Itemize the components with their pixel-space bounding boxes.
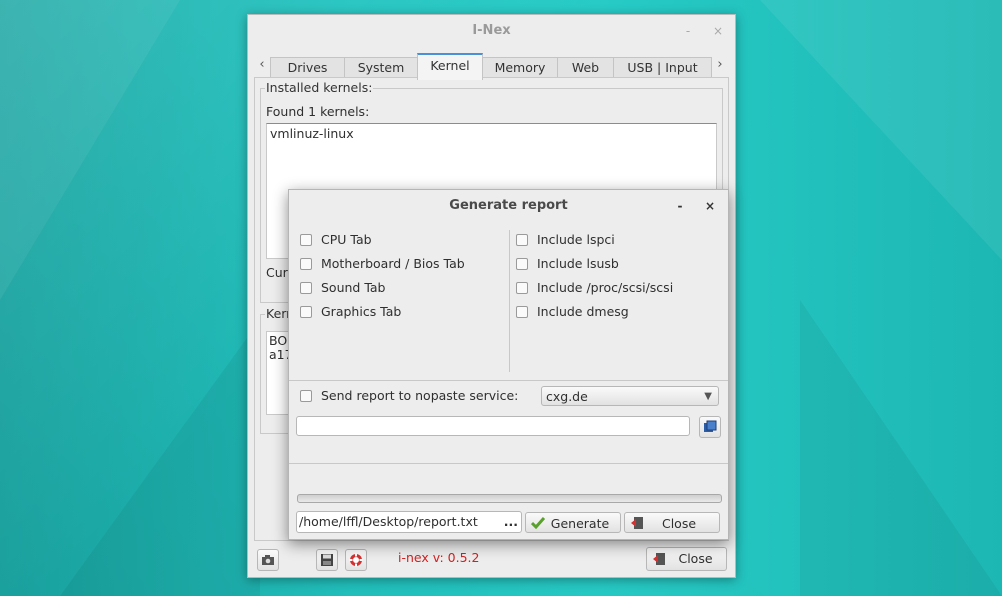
option-graphics-tab[interactable]: Graphics Tab bbox=[300, 303, 401, 321]
floppy-icon bbox=[321, 554, 333, 566]
checkbox[interactable] bbox=[516, 282, 528, 294]
option-dmesg[interactable]: Include dmesg bbox=[516, 303, 629, 321]
main-titlebar[interactable]: I-Nex bbox=[248, 15, 735, 49]
tab-scroll-right-icon[interactable]: › bbox=[714, 57, 726, 72]
tab-bar: ‹ Drives System Kernel Memory Web USB | … bbox=[256, 53, 727, 80]
option-motherboard-tab[interactable]: Motherboard / Bios Tab bbox=[300, 255, 465, 273]
screenshot-button[interactable] bbox=[257, 549, 279, 571]
help-button[interactable] bbox=[345, 549, 367, 571]
option-cpu-tab[interactable]: CPU Tab bbox=[300, 231, 372, 249]
checkbox[interactable] bbox=[516, 234, 528, 246]
output-path-value: /home/lffl/Desktop/report.txt bbox=[299, 514, 478, 529]
nopaste-url-field[interactable] bbox=[296, 416, 690, 436]
option-label: Include dmesg bbox=[537, 304, 629, 319]
found-kernels-text: Found 1 kernels: bbox=[266, 104, 370, 119]
divider bbox=[289, 380, 728, 381]
main-statusbar: i-nex v: 0.5.2 Close bbox=[248, 541, 735, 577]
checkbox[interactable] bbox=[300, 282, 312, 294]
tab-drives[interactable]: Drives bbox=[270, 57, 345, 78]
chevron-down-icon: ▼ bbox=[704, 391, 712, 402]
tab-scroll-left-icon[interactable]: ‹ bbox=[256, 57, 268, 72]
progress-bar bbox=[297, 494, 722, 503]
nopaste-service-value: cxg.de bbox=[546, 389, 588, 404]
browse-button[interactable]: ... bbox=[504, 512, 518, 532]
option-send-nopaste[interactable]: Send report to nopaste service: bbox=[300, 387, 518, 405]
version-text: i-nex v: 0.5.2 bbox=[398, 550, 480, 565]
main-minimize-button[interactable]: - bbox=[679, 15, 697, 47]
checkbox[interactable] bbox=[516, 306, 528, 318]
option-label: CPU Tab bbox=[321, 232, 372, 247]
option-label: Motherboard / Bios Tab bbox=[321, 256, 465, 271]
option-label: Include /proc/scsi/scsi bbox=[537, 280, 674, 295]
option-scsi[interactable]: Include /proc/scsi/scsi bbox=[516, 279, 673, 297]
tab-kernel[interactable]: Kernel bbox=[417, 53, 483, 80]
divider bbox=[289, 463, 728, 464]
camera-icon bbox=[262, 555, 274, 565]
copy-url-button[interactable] bbox=[699, 416, 721, 438]
exit-icon bbox=[653, 553, 665, 565]
lifebuoy-icon bbox=[349, 553, 363, 567]
main-close-label: Close bbox=[678, 551, 713, 566]
exit-icon bbox=[631, 517, 643, 529]
checkbox[interactable] bbox=[300, 306, 312, 318]
generate-report-dialog: Generate report - × CPU Tab Motherboard … bbox=[288, 189, 729, 540]
dialog-title[interactable]: Generate report bbox=[289, 190, 728, 222]
option-label: Sound Tab bbox=[321, 280, 386, 295]
dialog-close-button[interactable]: Close bbox=[624, 512, 720, 533]
checkmark-icon bbox=[531, 517, 545, 529]
generate-button[interactable]: Generate bbox=[525, 512, 621, 533]
option-sound-tab[interactable]: Sound Tab bbox=[300, 279, 386, 297]
installed-kernels-label: Installed kernels: bbox=[265, 80, 374, 95]
list-item[interactable]: vmlinuz-linux bbox=[267, 124, 716, 143]
option-label: Graphics Tab bbox=[321, 304, 402, 319]
checkbox[interactable] bbox=[300, 234, 312, 246]
nopaste-label: Send report to nopaste service: bbox=[321, 388, 519, 403]
dialog-close-icon-button[interactable]: × bbox=[702, 196, 718, 216]
option-label: Include lspci bbox=[537, 232, 615, 247]
main-window-title: I-Nex bbox=[472, 23, 511, 38]
options-divider bbox=[509, 230, 510, 372]
tab-system[interactable]: System bbox=[344, 57, 418, 78]
option-lspci[interactable]: Include lspci bbox=[516, 231, 615, 249]
checkbox[interactable] bbox=[300, 258, 312, 270]
copy-icon bbox=[704, 420, 717, 432]
tab-usb-input[interactable]: USB | Input bbox=[613, 57, 712, 78]
output-path-field[interactable]: /home/lffl/Desktop/report.txt ... bbox=[296, 511, 522, 533]
checkbox[interactable] bbox=[516, 258, 528, 270]
main-close-button[interactable]: × bbox=[709, 15, 727, 47]
option-lsusb[interactable]: Include lsusb bbox=[516, 255, 619, 273]
dialog-close-label: Close bbox=[661, 516, 697, 531]
dialog-minimize-button[interactable]: - bbox=[672, 196, 688, 216]
nopaste-service-select[interactable]: cxg.de ▼ bbox=[541, 386, 719, 406]
option-label: Include lsusb bbox=[537, 256, 619, 271]
tab-memory[interactable]: Memory bbox=[482, 57, 558, 78]
main-close-app-button[interactable]: Close bbox=[646, 547, 727, 571]
checkbox[interactable] bbox=[300, 390, 312, 402]
tab-web[interactable]: Web bbox=[557, 57, 614, 78]
report-button[interactable] bbox=[316, 549, 338, 571]
generate-label: Generate bbox=[550, 516, 610, 531]
